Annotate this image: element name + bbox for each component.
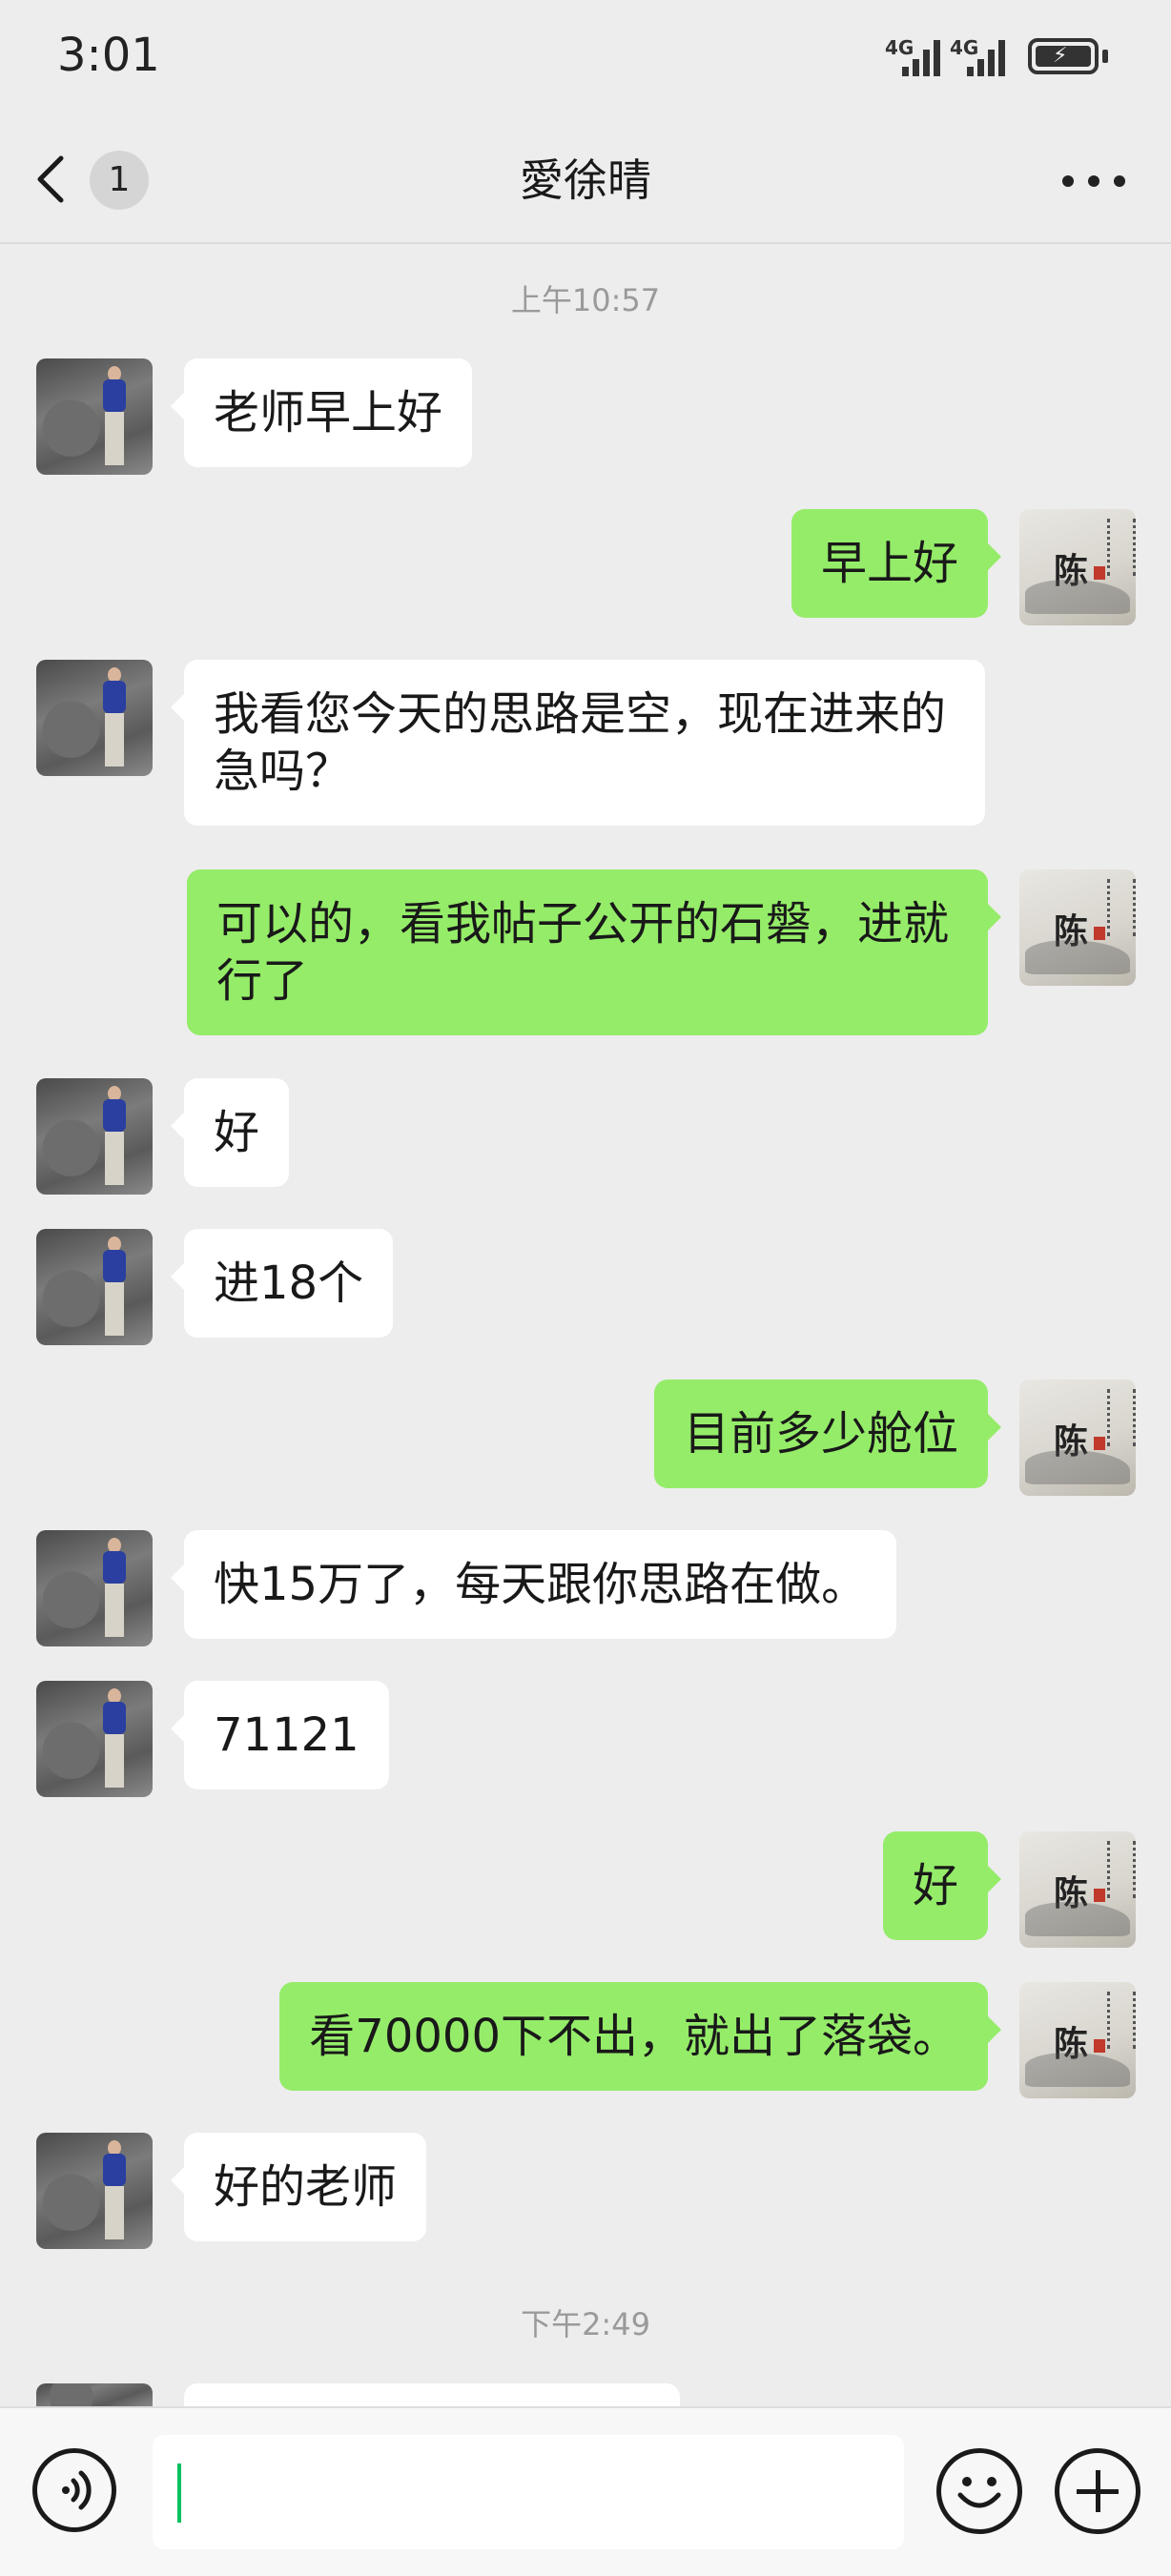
title-divider <box>0 242 1171 244</box>
message-bubble-left[interactable]: 我看您今天的思路是空，现在进来的急吗？ <box>171 660 985 826</box>
message-bubble-left[interactable]: 好的老师 <box>170 2133 427 2241</box>
message-input[interactable] <box>153 2435 904 2549</box>
message-bubble-right[interactable]: 看70000下不出，就出了落袋。 <box>279 1982 1001 2091</box>
contact-avatar[interactable] <box>36 1078 153 1195</box>
message-bubble-right[interactable]: 可以的，看我帖子公开的石磐，进就行了 <box>187 869 1001 1035</box>
contact-avatar[interactable] <box>36 1530 153 1646</box>
message-bubble-left[interactable]: 进18个 <box>170 1229 394 1338</box>
timestamp: 下午2:49 <box>521 2306 650 2342</box>
message-bubble-left[interactable]: 快15万了，每天跟你思路在做。 <box>170 1530 897 1639</box>
input-bar <box>0 2406 1171 2576</box>
message-bubble-right[interactable]: 早上好 <box>791 509 1002 618</box>
signal-icon <box>898 38 946 76</box>
more-dots-icon[interactable] <box>1062 172 1125 191</box>
my-avatar[interactable]: 陈 <box>1019 1380 1136 1496</box>
status-bar: 3:01 4G 4G ⚡ <box>0 0 1171 116</box>
contact-avatar-partial[interactable] <box>36 2383 153 2406</box>
contact-avatar[interactable] <box>36 1229 153 1345</box>
contact-avatar[interactable] <box>36 1681 153 1797</box>
message-bubble-left[interactable]: 老师早上好 <box>170 358 473 467</box>
emoji-icon[interactable] <box>936 2448 1022 2534</box>
voice-icon[interactable] <box>32 2448 116 2532</box>
status-time: 3:01 <box>57 29 160 82</box>
battery-tip <box>1102 50 1108 63</box>
plus-icon[interactable] <box>1055 2448 1140 2534</box>
battery-charging-icon: ⚡ <box>1028 38 1099 74</box>
message-bubble-partial[interactable] <box>184 2383 680 2406</box>
chat-title: 愛徐晴 <box>520 154 651 206</box>
my-avatar[interactable]: 陈 <box>1019 869 1136 986</box>
message-bubble-right[interactable]: 好 <box>882 1831 1002 1940</box>
contact-avatar[interactable] <box>36 358 153 475</box>
my-avatar[interactable]: 陈 <box>1019 509 1136 625</box>
my-avatar[interactable]: 陈 <box>1019 1831 1136 1948</box>
signal-icon-2 <box>963 38 1011 76</box>
message-bubble-right[interactable]: 目前多少舱位 <box>653 1380 1002 1488</box>
message-bubble-left[interactable]: 71121 <box>171 1681 389 1789</box>
message-bubble-left[interactable]: 好 <box>170 1078 290 1187</box>
contact-avatar[interactable] <box>36 660 153 776</box>
text-caret <box>177 2464 181 2523</box>
timestamp: 上午10:57 <box>510 282 661 318</box>
contact-avatar[interactable] <box>36 2133 153 2249</box>
my-avatar[interactable]: 陈 <box>1019 1982 1136 2098</box>
